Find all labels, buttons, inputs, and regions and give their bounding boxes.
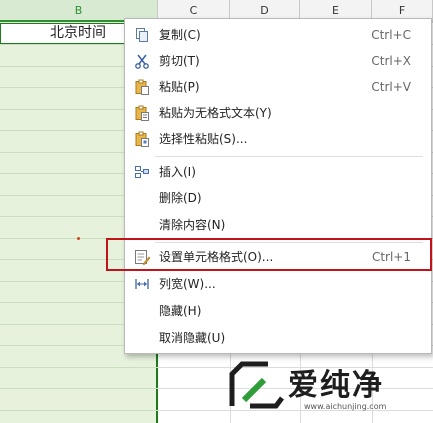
menu-item-delete[interactable]: 删除(D): [125, 186, 431, 211]
menu-item-label: 取消隐藏(U): [159, 331, 226, 345]
paste-text-icon: [134, 105, 150, 121]
menu-item-paste-plain-text[interactable]: 粘贴为无格式文本(Y): [125, 101, 431, 126]
grid-line: [0, 367, 158, 368]
column-width-icon: [134, 276, 150, 292]
menu-item-label: 删除(D): [159, 191, 202, 205]
insert-icon: [134, 164, 150, 180]
grid-line: [0, 388, 158, 389]
menu-item-shortcut: Ctrl+V: [371, 80, 411, 94]
menu-item-paste-special[interactable]: 选择性粘贴(S)...: [125, 127, 431, 152]
cut-icon: [134, 53, 150, 69]
menu-item-clear-contents[interactable]: 清除内容(N): [125, 213, 431, 238]
menu-item-shortcut: Ctrl+C: [371, 28, 411, 42]
menu-separator: [155, 156, 423, 157]
cursor-dot: [77, 237, 80, 240]
menu-item-insert[interactable]: 插入(I): [125, 160, 431, 185]
menu-item-cut[interactable]: 剪切(T) Ctrl+X: [125, 49, 431, 74]
watermark-text: 爱纯净: [288, 368, 384, 403]
format-cells-icon: [134, 249, 151, 266]
menu-item-label: 粘贴(P): [159, 80, 200, 94]
menu-item-label: 插入(I): [159, 165, 196, 179]
menu-item-paste[interactable]: 粘贴(P) Ctrl+V: [125, 75, 431, 100]
menu-item-label: 隐藏(H): [159, 304, 202, 318]
menu-item-unhide[interactable]: 取消隐藏(U): [125, 326, 431, 351]
context-menu: 复制(C) Ctrl+C 剪切(T) Ctrl+X 粘贴(P) Ctrl+V 粘…: [124, 18, 432, 354]
menu-item-hide[interactable]: 隐藏(H): [125, 299, 431, 324]
menu-item-format-cells[interactable]: 设置单元格格式(O)... Ctrl+1: [125, 245, 431, 270]
menu-item-shortcut: Ctrl+1: [371, 250, 411, 264]
menu-item-label: 选择性粘贴(S)...: [159, 132, 248, 146]
watermark-logo-icon: [229, 361, 284, 409]
paste-special-icon: [134, 131, 150, 147]
menu-item-label: 设置单元格格式(O)...: [159, 250, 274, 264]
copy-icon: [134, 27, 150, 43]
menu-item-label: 剪切(T): [159, 54, 200, 68]
watermark-url: www.aichunjing.com: [304, 402, 387, 411]
menu-item-label: 列宽(W)...: [159, 277, 216, 291]
menu-item-copy[interactable]: 复制(C) Ctrl+C: [125, 23, 431, 48]
menu-item-label: 清除内容(N): [159, 218, 226, 232]
watermark: 爱纯净 www.aichunjing.com: [228, 356, 428, 418]
menu-item-shortcut: Ctrl+X: [371, 54, 411, 68]
menu-item-label: 粘贴为无格式文本(Y): [159, 106, 272, 120]
grid-line: [0, 410, 158, 411]
menu-separator: [155, 242, 423, 243]
menu-item-column-width[interactable]: 列宽(W)...: [125, 272, 431, 297]
paste-icon: [134, 79, 150, 95]
menu-item-label: 复制(C): [159, 28, 201, 42]
